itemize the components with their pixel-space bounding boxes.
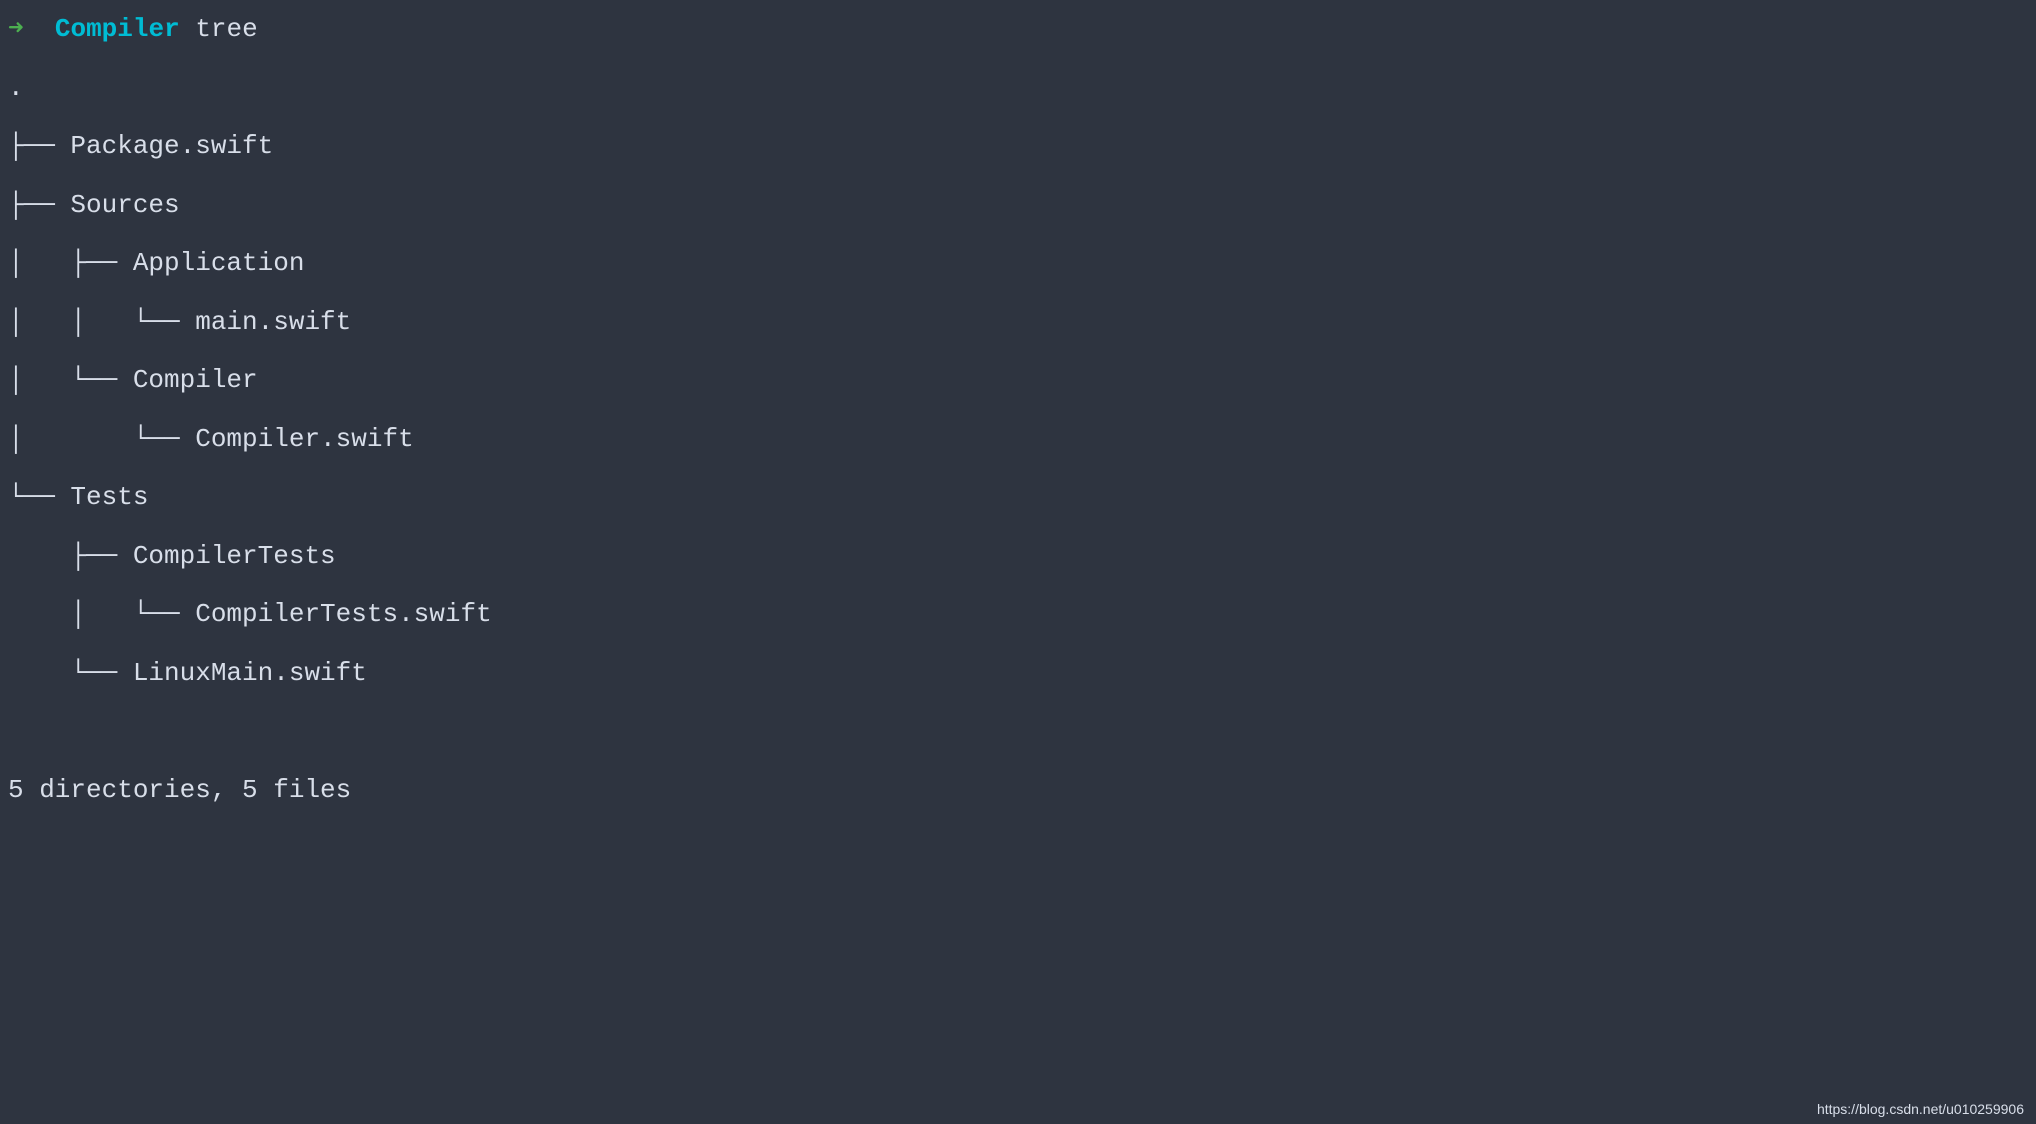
tree-row: └── LinuxMain.swift xyxy=(8,658,367,688)
tree-row: │ └── CompilerTests.swift xyxy=(8,599,492,629)
watermark-text: https://blog.csdn.net/u010259906 xyxy=(1817,1102,2024,1116)
tree-row: │ │ └── main.swift xyxy=(8,307,351,337)
tree-summary: 5 directories, 5 files xyxy=(8,775,351,805)
tree-row: ├── CompilerTests xyxy=(8,541,336,571)
tree-row: ├── Sources xyxy=(8,190,180,220)
prompt-directory: Compiler xyxy=(55,14,180,44)
tree-row: └── Tests xyxy=(8,482,148,512)
prompt-arrow-icon: ➜ xyxy=(8,14,24,44)
tree-row: ├── Package.swift xyxy=(8,131,273,161)
tree-row: │ └── Compiler xyxy=(8,365,258,395)
tree-root: . xyxy=(8,73,24,103)
tree-row: │ └── Compiler.swift xyxy=(8,424,414,454)
command-text: tree xyxy=(195,14,257,44)
tree-row: │ ├── Application xyxy=(8,248,304,278)
terminal-output: ➜ Compiler tree . ├── Package.swift ├── … xyxy=(0,0,2036,819)
